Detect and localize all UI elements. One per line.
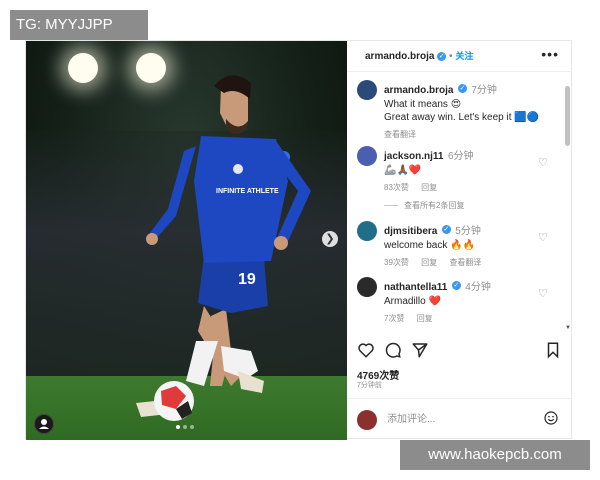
header-username[interactable]: armando.broja — [365, 51, 434, 62]
comment-text: Great away win. Let's keep it 🟦🔵 — [384, 112, 540, 123]
carousel-dots — [176, 425, 194, 429]
jersey-sponsor: INFINITE ATHLETE — [216, 188, 279, 195]
like-count[interactable]: 39次赞 — [384, 258, 409, 267]
avatar[interactable] — [357, 221, 377, 241]
comment-body: armando.broja ✓ 7分钟 What it means 😍 Grea… — [384, 80, 544, 140]
heart-icon[interactable]: ♡ — [538, 287, 548, 300]
heart-icon[interactable]: ♡ — [538, 156, 548, 169]
comment-body: nathantella11 ✓ 4分钟 Armadillo ❤️ 7次赞 回复 — [384, 277, 544, 324]
heart-icon[interactable]: ♡ — [538, 231, 548, 244]
header-username-row: armando.broja ✓ • 关注 — [365, 51, 474, 62]
share-send-icon[interactable] — [411, 341, 429, 359]
comment-username[interactable]: djmsitibera — [384, 226, 437, 237]
current-user-avatar — [357, 410, 377, 430]
see-translation-link[interactable]: 查看翻译 — [384, 130, 416, 139]
bookmark-save-icon[interactable] — [544, 341, 562, 359]
instagram-post: 19 INFINITE ATHLETE ❯ armando.broja ✓ • … — [25, 40, 572, 440]
comment-meta: 39次赞 回复 查看翻译 — [384, 257, 544, 268]
scrollbar-thumb[interactable] — [565, 86, 570, 146]
comment-body: jackson.nj11 6分钟 🦾🙏🏾❤️ 83次赞 回复 — [384, 146, 544, 193]
tg-watermark: TG: MYYJJPP — [10, 10, 148, 40]
add-comment-area — [347, 398, 571, 439]
emoji-picker-icon[interactable] — [543, 410, 559, 426]
carousel-next-button[interactable]: ❯ — [322, 231, 338, 247]
view-replies-link[interactable]: 查看所有2条回复 — [384, 200, 464, 211]
comment-meta: 7次赞 回复 — [384, 313, 544, 324]
comment-time: 4分钟 — [465, 282, 491, 293]
verified-badge-icon: ✓ — [437, 51, 447, 61]
follow-button[interactable]: 关注 — [455, 51, 473, 61]
comments-list: armando.broja ✓ 7分钟 What it means 😍 Grea… — [347, 72, 571, 334]
like-count[interactable]: 7次赞 — [384, 314, 404, 323]
post-timestamp: 7分钟前 — [357, 382, 382, 389]
reply-button[interactable]: 回复 — [417, 314, 433, 323]
comment-meta: 查看翻译 — [384, 129, 544, 140]
comment-time: 7分钟 — [471, 85, 497, 96]
avatar[interactable] — [357, 146, 377, 166]
comment-text: 🦾🙏🏾❤️ — [384, 165, 422, 176]
site-watermark: www.haokepcb.com — [400, 440, 590, 470]
comment-bubble-icon[interactable] — [384, 341, 402, 359]
reply-button[interactable]: 回复 — [421, 183, 437, 192]
comment-username[interactable]: nathantella11 — [384, 282, 447, 293]
post-photo[interactable]: 19 INFINITE ATHLETE ❯ — [26, 41, 347, 440]
avatar[interactable] — [357, 80, 377, 100]
scroll-down-arrow-icon[interactable]: ▼ — [565, 325, 571, 331]
verified-badge-icon: ✓ — [441, 225, 451, 235]
comments-scrollbar[interactable]: ▼ — [564, 81, 571, 331]
view-replies-label: 查看所有2条回复 — [404, 201, 465, 210]
post-actions — [347, 341, 571, 363]
carousel-dot — [176, 425, 180, 429]
user-tag-icon[interactable] — [34, 414, 54, 434]
comment-meta: 83次赞 回复 — [384, 182, 544, 193]
comment-time: 6分钟 — [447, 151, 474, 162]
comment-text: Armadillo ❤️ — [384, 296, 441, 307]
comment-text: welcome back 🔥🔥 — [384, 240, 476, 251]
comment-username[interactable]: jackson.nj11 — [384, 151, 443, 162]
comment-text: What it means 😍 — [384, 99, 462, 110]
carousel-dot — [190, 425, 194, 429]
verified-badge-icon: ✓ — [451, 281, 461, 291]
more-options-icon[interactable]: ••• — [541, 46, 559, 62]
football-player-illustration: 19 INFINITE ATHLETE — [136, 75, 311, 421]
comment-time: 5分钟 — [455, 226, 481, 237]
verified-badge-icon: ✓ — [457, 84, 467, 94]
post-header: armando.broja ✓ • 关注 ••• — [347, 41, 571, 72]
carousel-dot — [183, 425, 187, 429]
comment-username[interactable]: armando.broja — [384, 85, 453, 96]
reply-button[interactable]: 回复 — [421, 258, 437, 267]
avatar[interactable] — [357, 277, 377, 297]
post-side-panel: armando.broja ✓ • 关注 ••• armando.broja ✓… — [347, 41, 571, 438]
like-count[interactable]: 83次赞 — [384, 183, 409, 192]
add-comment-input[interactable] — [387, 410, 527, 428]
jersey-number: 19 — [238, 271, 256, 288]
like-heart-icon[interactable] — [357, 341, 375, 359]
see-translation-link[interactable]: 查看翻译 — [449, 258, 481, 267]
comment-body: djmsitibera ✓ 5分钟 welcome back 🔥🔥 39次赞 回… — [384, 221, 544, 268]
divider-line — [384, 205, 398, 207]
